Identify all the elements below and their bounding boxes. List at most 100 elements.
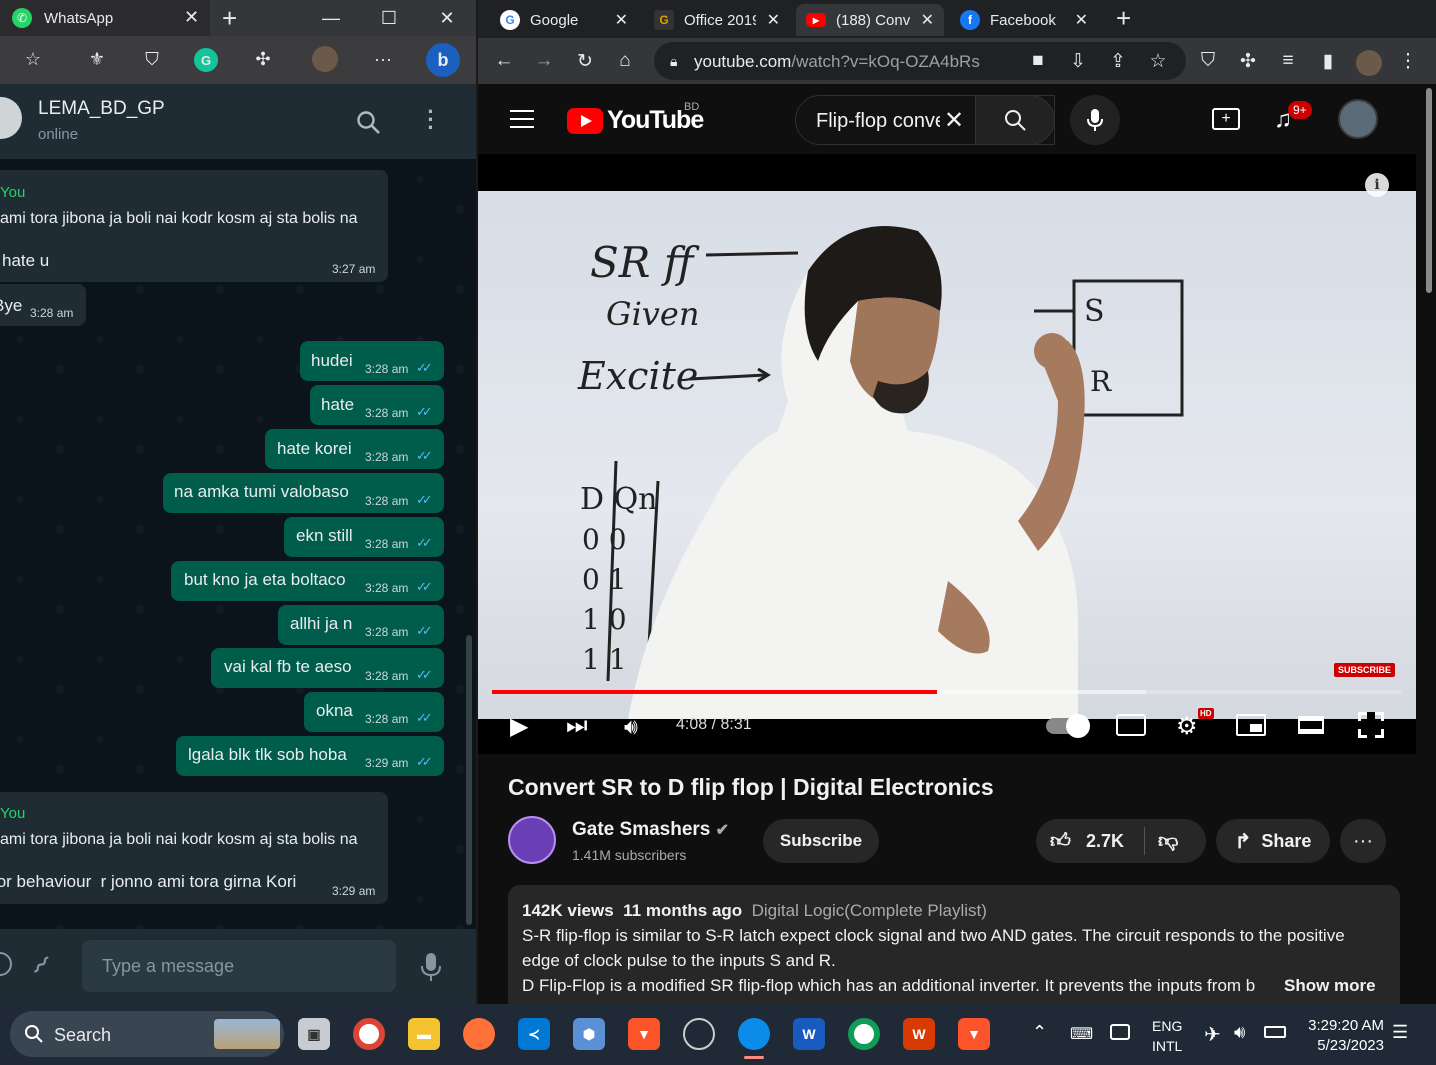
contact-name[interactable]: LEMA_BD_GP [38, 98, 165, 120]
dislike-icon[interactable]: 👎︎ [1158, 829, 1178, 853]
puzzle-icon[interactable]: ✣ [250, 46, 276, 72]
autoplay-toggle[interactable] [1046, 714, 1090, 738]
maximize-icon[interactable]: ☐ [364, 0, 414, 36]
close-tab-icon[interactable]: ✕ [615, 10, 628, 30]
grammarly-icon[interactable]: G [194, 48, 218, 72]
install-icon[interactable]: ⇩ [1066, 50, 1090, 73]
close-tab-icon[interactable]: ✕ [1075, 10, 1088, 30]
vscode-icon[interactable]: ≺ [518, 1018, 550, 1050]
wps-icon[interactable]: W [903, 1018, 935, 1050]
tab-youtube[interactable]: ▶ (188) Conv ✕ [796, 4, 944, 36]
progress-played[interactable] [492, 690, 937, 694]
battery-icon[interactable] [1264, 1026, 1286, 1038]
message-input[interactable]: Type a message [82, 940, 396, 992]
touchpad-icon[interactable] [1110, 1024, 1130, 1040]
tray-overflow-icon[interactable]: ⌃ [1032, 1022, 1047, 1043]
microphone-icon[interactable] [420, 952, 442, 982]
share-button[interactable]: ↱ Share [1216, 819, 1330, 863]
home-icon[interactable]: ⌂ [613, 50, 637, 72]
hamburger-menu-icon[interactable] [510, 110, 534, 128]
close-window-icon[interactable]: ✕ [422, 0, 472, 36]
user-avatar[interactable] [1338, 99, 1378, 139]
task-view-icon[interactable]: ▣ [298, 1018, 330, 1050]
close-tab-icon[interactable]: ✕ [184, 7, 199, 28]
like-icon[interactable]: 👍︎ [1050, 829, 1071, 853]
extensions-icon[interactable]: ✣ [1236, 50, 1260, 73]
word-icon[interactable]: W [793, 1018, 825, 1050]
reading-list-icon[interactable]: ≡ [1276, 50, 1300, 72]
volume-icon[interactable]: 🔊︎ [1234, 1022, 1245, 1043]
airplane-mode-icon[interactable]: ✈ [1204, 1022, 1221, 1047]
browser-menu-icon[interactable]: ⋮ [1396, 50, 1420, 73]
language-indicator[interactable]: ENG INTL [1152, 1016, 1182, 1056]
miniplayer-icon[interactable] [1236, 714, 1266, 736]
video-frame[interactable]: SR ff Given Excite D Qn 0 0 0 1 1 0 1 1 … [478, 191, 1416, 719]
brave-icon[interactable]: ▼ [628, 1018, 660, 1050]
share-page-icon[interactable]: ⇪ [1106, 50, 1130, 73]
profile-avatar-icon[interactable] [312, 46, 338, 72]
tab-office[interactable]: G Office 2019 ✕ [644, 4, 790, 36]
search-input[interactable]: Flip-flop conve [816, 110, 940, 133]
side-panel-icon[interactable]: ▮ [1316, 50, 1340, 73]
subscribe-watermark[interactable]: SUBSCRIBE [1334, 663, 1396, 677]
voice-search-button[interactable] [1070, 95, 1120, 145]
tab-google[interactable]: G Google ✕ [490, 4, 638, 36]
profile-avatar-icon[interactable] [1356, 50, 1382, 76]
brave-shield-icon[interactable]: ⛉ [1196, 50, 1220, 72]
create-video-icon[interactable]: + [1212, 108, 1240, 130]
settings-gear-icon[interactable]: ⚙ [1176, 712, 1198, 741]
close-tab-icon[interactable]: ✕ [767, 10, 780, 30]
info-icon[interactable]: i [1365, 173, 1389, 197]
clock[interactable]: 3:29:20 AM 5/23/2023 [1300, 1016, 1384, 1056]
favorites-star-icon[interactable]: ☆ [20, 46, 46, 72]
cube-app-icon[interactable]: ⬢ [573, 1018, 605, 1050]
chat-scrollbar[interactable] [466, 635, 472, 925]
back-icon[interactable]: ← [492, 50, 516, 72]
theater-mode-icon[interactable] [1298, 716, 1324, 734]
next-icon[interactable]: ⏭︎ [566, 712, 588, 740]
edge-icon[interactable] [738, 1018, 770, 1050]
bing-icon[interactable]: b [426, 43, 460, 77]
notification-center-icon[interactable]: ☰ [1392, 1022, 1408, 1043]
youtube-logo-icon[interactable] [567, 108, 603, 134]
show-more-button[interactable]: Show more [1278, 976, 1376, 996]
new-tab-icon[interactable]: + [222, 3, 237, 34]
like-count[interactable]: 2.7K [1086, 831, 1124, 852]
chrome-profile-icon[interactable] [848, 1018, 880, 1050]
channel-name[interactable]: Gate Smashers ✔ [572, 819, 729, 841]
minimize-icon[interactable]: — [306, 0, 356, 36]
volume-icon[interactable]: 🔊︎ [624, 714, 638, 740]
clear-search-icon[interactable]: ✕ [944, 106, 964, 135]
obs-icon[interactable] [683, 1018, 715, 1050]
more-icon[interactable]: ··· [370, 46, 396, 72]
playlist-link[interactable]: Digital Logic(Complete Playlist) [752, 901, 987, 920]
channel-avatar[interactable] [508, 816, 556, 864]
whatsapp-tab[interactable]: ✆ WhatsApp ✕ [0, 0, 210, 36]
shield-icon[interactable]: ⛉ [139, 46, 165, 72]
url-text[interactable]: youtube.com/watch?v=kOq-OZA4bRs [694, 52, 980, 72]
more-actions-icon[interactable]: ··· [1340, 819, 1386, 863]
lock-icon[interactable]: 🔒︎ [670, 53, 677, 70]
fullscreen-icon[interactable] [1358, 712, 1384, 738]
play-icon[interactable]: ▶ [510, 712, 528, 741]
keyboard-icon[interactable]: ⌨ [1070, 1024, 1093, 1044]
taskbar-search[interactable]: Search [10, 1011, 284, 1057]
search-button[interactable] [975, 95, 1055, 145]
chat-menu-icon[interactable]: · · · [424, 101, 438, 139]
firefox-icon[interactable] [463, 1018, 495, 1050]
reload-icon[interactable]: ↻ [573, 50, 597, 73]
close-tab-icon[interactable]: ✕ [921, 10, 934, 30]
brave-beta-icon[interactable]: ▼ [958, 1018, 990, 1050]
subscribe-button[interactable]: Subscribe [763, 819, 879, 863]
bookmark-star-icon[interactable]: ☆ [1146, 50, 1170, 73]
new-tab-icon[interactable]: + [1116, 3, 1131, 34]
file-explorer-icon[interactable]: ▬ [408, 1018, 440, 1050]
camera-blocked-icon[interactable]: ■ [1026, 50, 1050, 72]
tab-facebook[interactable]: f Facebook ✕ [950, 4, 1098, 36]
chrome-icon[interactable] [353, 1018, 385, 1050]
search-icon[interactable] [356, 110, 382, 136]
page-scrollbar-thumb[interactable] [1426, 88, 1432, 293]
forward-icon[interactable]: → [532, 50, 556, 72]
extension-icon[interactable]: ⚜ [84, 46, 110, 72]
subtitles-icon[interactable] [1116, 714, 1146, 736]
